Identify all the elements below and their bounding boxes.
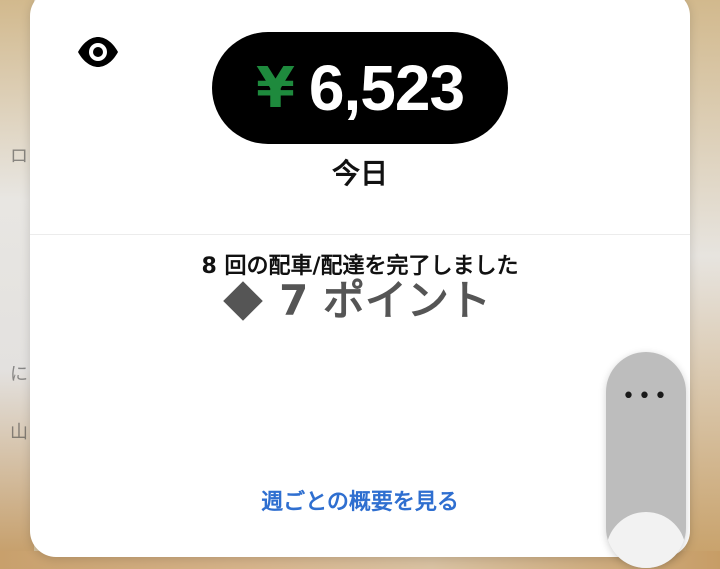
points-value: 7 ポイント xyxy=(279,276,491,325)
earnings-amount: 6,523 xyxy=(308,52,465,124)
diamond-icon xyxy=(223,280,263,321)
period-label: 今日 xyxy=(331,157,388,190)
eye-icon[interactable] xyxy=(76,34,120,70)
earnings-amount-pill[interactable]: ¥ 6,523 xyxy=(212,32,508,144)
map-label: 山 xyxy=(10,422,28,443)
divider xyxy=(30,234,690,235)
scroll-handle[interactable]: ••• xyxy=(606,352,686,568)
currency-symbol: ¥ xyxy=(255,56,295,121)
eye-icon-svg xyxy=(78,37,118,67)
points-display: 7 ポイント xyxy=(0,280,720,322)
map-label: に xyxy=(10,364,28,385)
more-options-button[interactable]: ••• xyxy=(606,384,686,409)
scroll-knob[interactable] xyxy=(606,512,686,568)
